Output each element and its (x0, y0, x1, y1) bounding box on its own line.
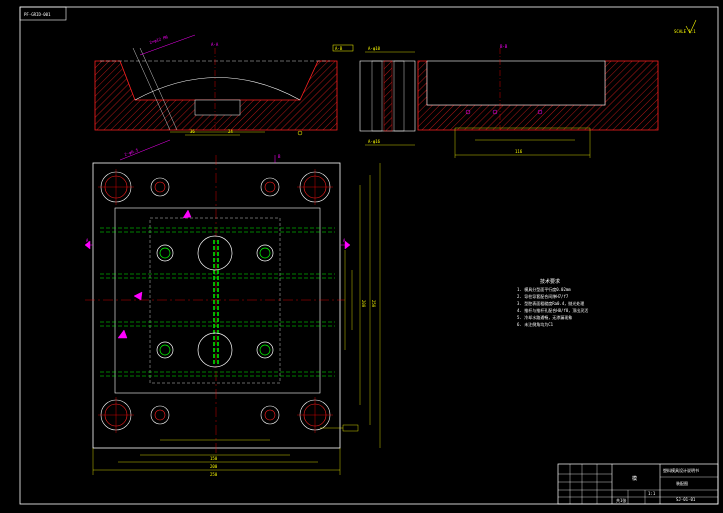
tech-req-item-5: 5. 冷却水路通畅，无渗漏现象 (517, 314, 572, 320)
svg-text:250: 250 (371, 300, 376, 308)
sheet-tag: PF-GRID-001 (24, 12, 51, 17)
cooling-channels (100, 227, 335, 377)
corner-hole-crosses (98, 169, 333, 433)
dimension-lines (92, 163, 381, 475)
svg-text:250: 250 (210, 472, 218, 477)
svg-text:A-φ10: A-φ10 (368, 46, 381, 51)
svg-text:A-φ16: A-φ16 (368, 139, 381, 144)
tech-req-item-1: 1. 模具分型面平行度0.02mm (517, 286, 571, 292)
detail-label: A-B (335, 46, 343, 51)
tech-req-item-3: 3. 型腔表面粗糙度Ra0.4，抛光处理 (517, 300, 584, 306)
corner-holes (100, 171, 331, 431)
cavity-holes (156, 235, 274, 368)
tech-req-item-6: 6. 未注倒角均为C1 (517, 321, 554, 327)
title-block-drawing-no: SJ-01-01 (676, 497, 696, 502)
section-label-left: A-A (211, 42, 219, 47)
title-block: 模 塑料模具设计说明书 装配图 SJ-01-01 1:1 共1张 (557, 463, 719, 505)
tech-req-title: 技术要求 (540, 278, 560, 285)
svg-text:B: B (278, 154, 281, 159)
svg-text:200: 200 (361, 300, 366, 308)
section-label-right: B-B (500, 44, 508, 49)
plan-view: 150 200 250 200 250 A A B (84, 154, 381, 477)
svg-text:24: 24 (228, 129, 233, 134)
tech-req-item-2: 2. 导柱导套配合间隙H7/f7 (517, 293, 569, 299)
cad-drawing-canvas: PF-GRID-001 SCALE 1:1 2×φ12 M6 2-φ6.5 A-… (19, 6, 719, 505)
tech-requirements: 技术要求 1. 模具分型面平行度0.02mm 2. 导柱导套配合间隙H7/f7 … (517, 278, 588, 327)
svg-text:36: 36 (190, 129, 195, 134)
title-block-company: 塑料模具设计说明书 (663, 467, 699, 473)
title-block-drawing-title: 装配图 (676, 480, 688, 486)
title-block-sheet: 共1张 (616, 497, 626, 503)
title-block-scale: 1:1 (648, 491, 656, 496)
svg-text:116: 116 (515, 149, 523, 154)
section-view-left: 2×φ12 M6 2-φ6.5 A-A 36 24 (94, 34, 338, 161)
section-view-right: B-B A-φ10 A-φ16 116 A-B (332, 44, 659, 158)
title-block-part-name: 模 (632, 475, 637, 482)
section-note-top: 2×φ12 M6 (149, 34, 169, 45)
svg-text:150: 150 (210, 456, 218, 461)
scale-tag: SCALE 1:1 (674, 29, 696, 34)
tech-req-item-4: 4. 推杆与推杆孔配合H8/f8，顶出灵活 (517, 307, 588, 313)
svg-text:200: 200 (210, 464, 218, 469)
